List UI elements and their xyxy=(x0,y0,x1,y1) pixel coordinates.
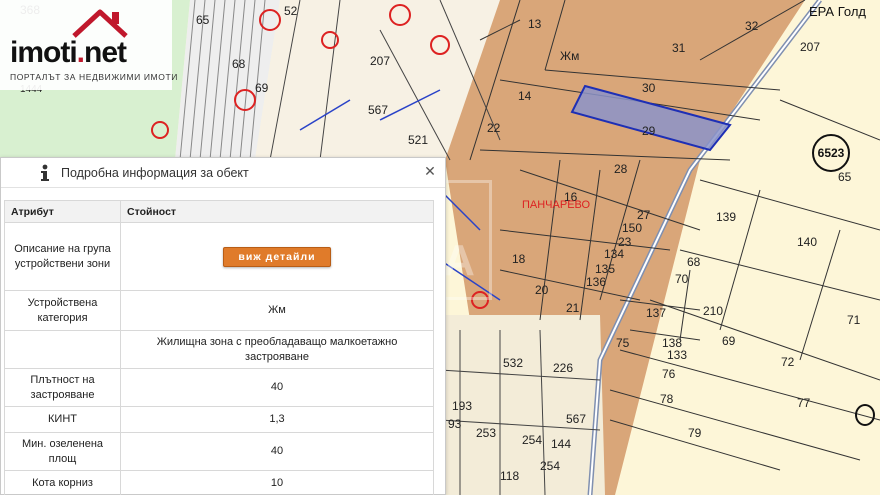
logo-brand-left: imoti xyxy=(10,36,78,69)
map-label: 567 xyxy=(368,103,389,117)
row-attribute: КИНТ xyxy=(4,406,121,433)
map-label: 78 xyxy=(660,392,674,406)
map-label: 567 xyxy=(566,412,587,426)
logo-brand-dot: . xyxy=(76,36,85,69)
table-row: Устройствена категория Жм xyxy=(4,290,434,331)
table-row: КИНТ 1,3 xyxy=(4,406,434,433)
logo-tagline: ПОРТАЛЪТ ЗА НЕДВИЖИМИ ИМОТИ xyxy=(10,72,178,82)
row-value: виж детайли xyxy=(120,222,434,291)
column-header-attribute: Атрибут xyxy=(4,200,121,223)
row-attribute: Плътност на застрояване xyxy=(4,368,121,407)
close-icon[interactable]: ✕ xyxy=(423,164,437,178)
map-label: 28 xyxy=(614,162,628,176)
imoti-logo[interactable]: imoti.net ПОРТАЛЪТ ЗА НЕДВИЖИМИ ИМОТИ xyxy=(0,0,177,90)
object-info-panel: Подробна информация за обект ✕ Атрибут С… xyxy=(0,157,446,495)
map-label: 20 xyxy=(535,283,549,297)
map-label: 118 xyxy=(500,469,520,483)
row-attribute: Мин. озеленена площ xyxy=(4,432,121,471)
map-label: 210 xyxy=(703,304,724,318)
map-label: 140 xyxy=(797,235,818,249)
map-label: 14 xyxy=(518,89,532,103)
map-label: 254 xyxy=(540,459,561,473)
map-label: 226 xyxy=(553,361,574,375)
map-label: 72 xyxy=(781,355,795,369)
row-value: 40 xyxy=(120,368,434,407)
zone-label: Жм xyxy=(560,49,580,63)
table-row: Плътност на застрояване 40 xyxy=(4,368,434,407)
row-value: 1,3 xyxy=(120,406,434,433)
row-attribute: Описание на група устройствени зони xyxy=(4,222,121,291)
map-label: 65 xyxy=(196,13,210,27)
map-label: 135 xyxy=(595,262,616,276)
view-details-button[interactable]: виж детайли xyxy=(223,246,331,267)
map-label: 133 xyxy=(667,348,688,362)
table-row: Мин. озеленена площ 40 xyxy=(4,432,434,471)
map-label: 65 xyxy=(838,170,852,184)
info-icon xyxy=(41,164,49,181)
agency-watermark: ЕРА Голд xyxy=(808,4,866,19)
row-value: Жилищна зона с преобладаващо малкоетажно… xyxy=(120,330,434,369)
table-row: Описание на група устройствени зони виж … xyxy=(4,222,434,291)
map-label: 254 xyxy=(522,433,543,447)
map-label: 77 xyxy=(797,396,811,410)
circled-plot-small[interactable] xyxy=(855,404,875,426)
map-label: 79 xyxy=(688,426,702,440)
map-label: 69 xyxy=(722,334,736,348)
table-header-row: Атрибут Стойност xyxy=(4,200,434,223)
attribute-table: Атрибут Стойност Описание на група устро… xyxy=(4,200,434,495)
map-label: 70 xyxy=(675,272,689,286)
map-label: 139 xyxy=(716,210,737,224)
row-value: 10 xyxy=(120,470,434,495)
map-label: 31 xyxy=(672,41,686,55)
map-label: 150 xyxy=(622,221,643,235)
map-label: 75 xyxy=(616,336,630,350)
row-attribute: Устройствена категория xyxy=(4,290,121,331)
map-label: 134 xyxy=(604,247,625,261)
table-row: Кота корниз 10 xyxy=(4,470,434,495)
map-label: 207 xyxy=(800,40,821,54)
logo-brand-right: net xyxy=(84,36,127,69)
column-header-value: Стойност xyxy=(120,200,434,223)
map-label: 253 xyxy=(476,426,497,440)
row-attribute xyxy=(4,330,121,369)
map-label: 18 xyxy=(512,252,526,266)
map-label: 13 xyxy=(528,17,542,31)
map-label: 193 xyxy=(452,399,473,413)
map-label: 144 xyxy=(551,437,572,451)
map-label: 27 xyxy=(637,208,651,222)
map-label: 30 xyxy=(642,81,656,95)
circled-plot-number: 6523 xyxy=(817,146,845,160)
circled-plot[interactable]: 6523 xyxy=(812,134,850,172)
map-label: 136 xyxy=(586,275,607,289)
logo-brand: imoti.net xyxy=(10,36,127,70)
map-label: 71 xyxy=(847,313,861,327)
view-details-label: виж детайли xyxy=(238,250,316,263)
map-label: 68 xyxy=(232,57,246,71)
map-label: 52 xyxy=(284,4,298,18)
map-label: 137 xyxy=(646,306,667,320)
map-label: 21 xyxy=(566,301,580,315)
panel-header: Подробна информация за обект ✕ xyxy=(1,158,445,188)
map-label: 76 xyxy=(662,367,676,381)
map-label: 532 xyxy=(503,356,524,370)
row-value: 40 xyxy=(120,432,434,471)
panel-title: Подробна информация за обект xyxy=(61,165,249,180)
map-label: 207 xyxy=(370,54,391,68)
row-value: Жм xyxy=(120,290,434,331)
table-row: Жилищна зона с преобладаващо малкоетажно… xyxy=(4,330,434,369)
map-label: 69 xyxy=(255,81,269,95)
row-attribute: Кота корниз xyxy=(4,470,121,495)
map-label: 22 xyxy=(487,121,501,135)
map-label: 32 xyxy=(745,19,759,33)
house-logo-icon xyxy=(72,9,128,38)
map-label: 521 xyxy=(408,133,429,147)
district-label: ПАНЧАРЕВО xyxy=(522,199,591,211)
map-label: 68 xyxy=(687,255,701,269)
selected-parcel-label: 29 xyxy=(642,124,656,138)
map-label: 93 xyxy=(448,417,462,431)
